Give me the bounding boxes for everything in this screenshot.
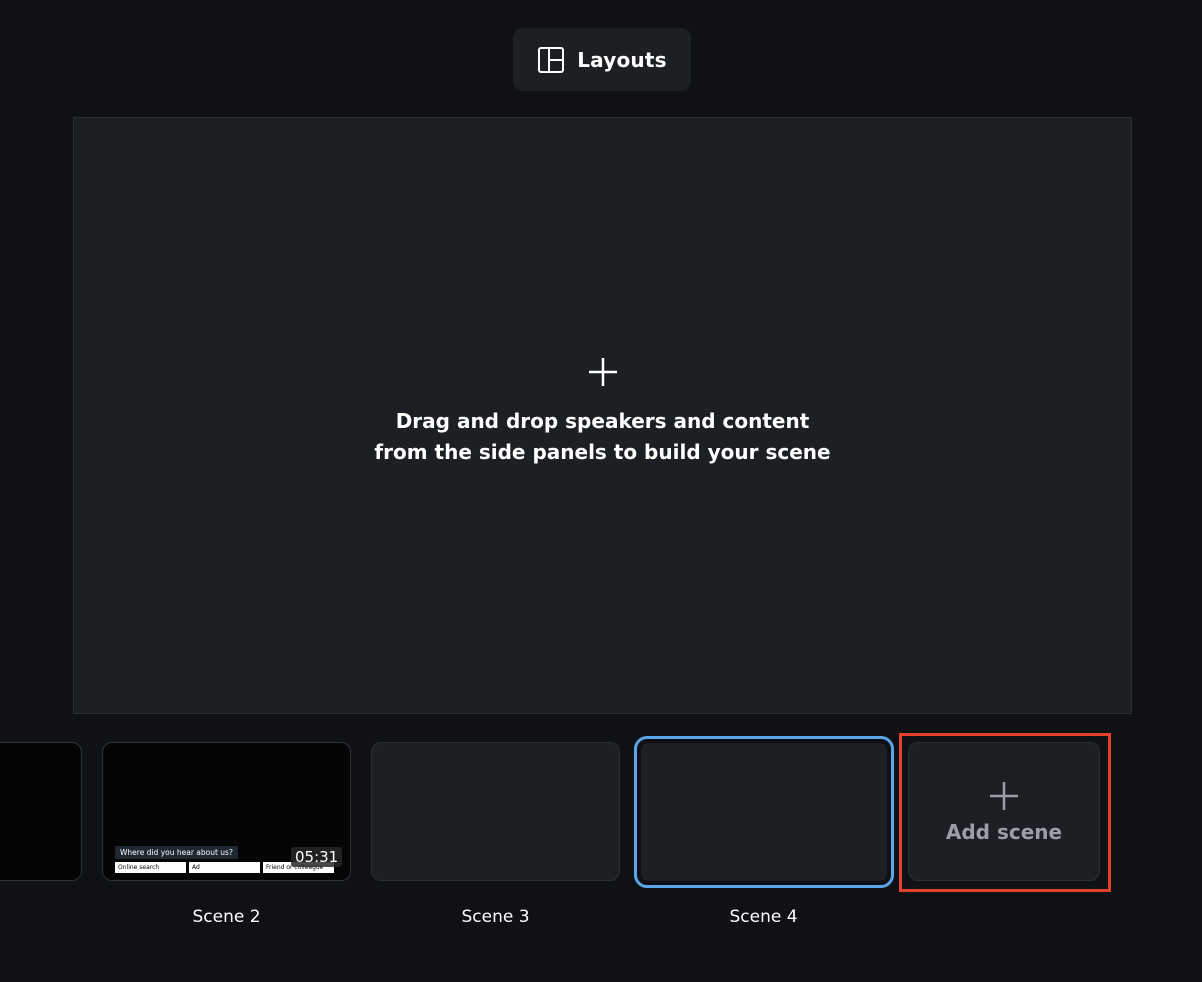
scene-thumbnail[interactable]: Where did you hear about us? Online sear… <box>102 742 351 881</box>
scene-item-2: Where did you hear about us? Online sear… <box>102 742 351 927</box>
scene-item-4: Scene 4 <box>634 736 894 927</box>
scene-strip: Where did you hear about us? Online sear… <box>0 730 1202 950</box>
canvas-hint: Drag and drop speakers and content from … <box>374 408 831 464</box>
scene-label: Scene 2 <box>192 907 261 927</box>
scene-editor: Layouts Drag and drop speakers and conte… <box>0 0 1202 982</box>
layout-grid-icon <box>538 46 565 73</box>
poll-option: Online search <box>115 862 186 873</box>
plus-icon <box>990 781 1018 810</box>
scene-thumbnail-selected[interactable] <box>634 736 894 888</box>
scene-item-3: Scene 3 <box>371 742 620 927</box>
duration-badge: 05:31 <box>291 847 343 867</box>
add-scene-button[interactable]: Add scene <box>908 742 1100 881</box>
add-scene-label: Add scene <box>945 819 1063 844</box>
scene-thumbnail[interactable] <box>371 742 620 881</box>
layouts-button[interactable]: Layouts <box>513 28 691 91</box>
scene-canvas[interactable]: Drag and drop speakers and content from … <box>73 117 1132 714</box>
layouts-label: Layouts <box>577 47 667 72</box>
scene-thumbnail-partial[interactable] <box>0 742 82 881</box>
scene-label: Scene 3 <box>461 907 530 927</box>
poll-option: Ad <box>189 862 260 873</box>
scene-label: Scene 4 <box>729 907 798 927</box>
plus-icon <box>588 357 617 386</box>
poll-question: Where did you hear about us? <box>115 846 238 859</box>
